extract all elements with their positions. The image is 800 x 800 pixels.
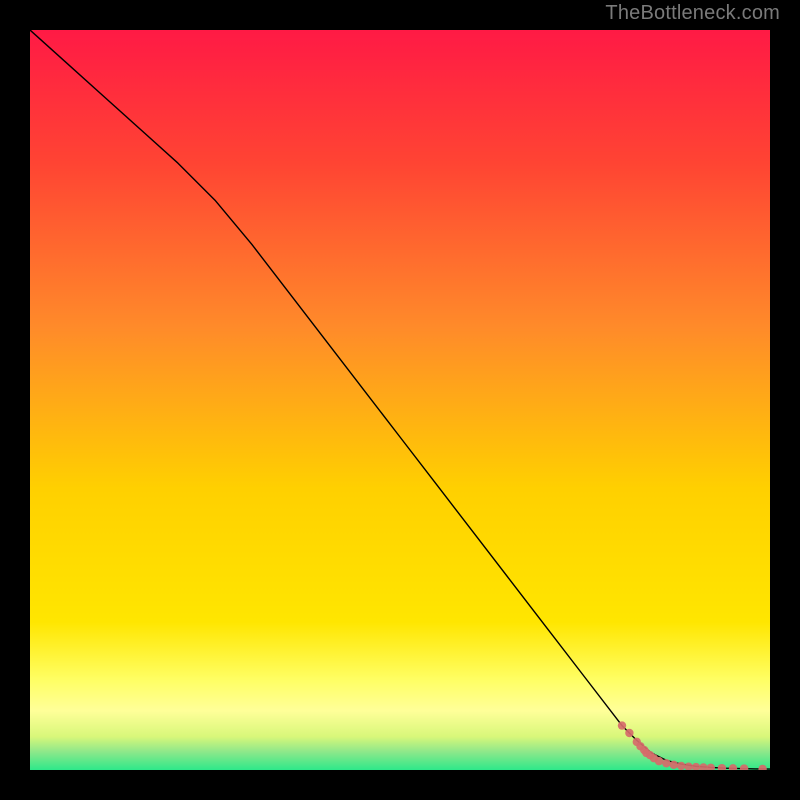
point-data-points: [655, 757, 663, 765]
point-data-points: [670, 761, 678, 769]
chart-svg: [30, 30, 770, 770]
credit-label: TheBottleneck.com: [605, 2, 780, 25]
chart-area: [30, 30, 770, 770]
point-data-points: [625, 729, 633, 737]
point-data-points: [677, 762, 685, 770]
point-data-points: [662, 759, 670, 767]
point-data-points: [618, 721, 626, 729]
